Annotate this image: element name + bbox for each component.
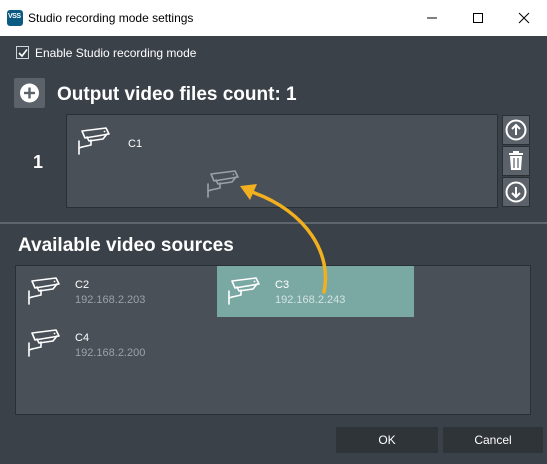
drag-arrow-icon (240, 184, 328, 294)
ok-button[interactable]: OK (336, 427, 438, 453)
cancel-button[interactable]: Cancel (443, 427, 543, 453)
